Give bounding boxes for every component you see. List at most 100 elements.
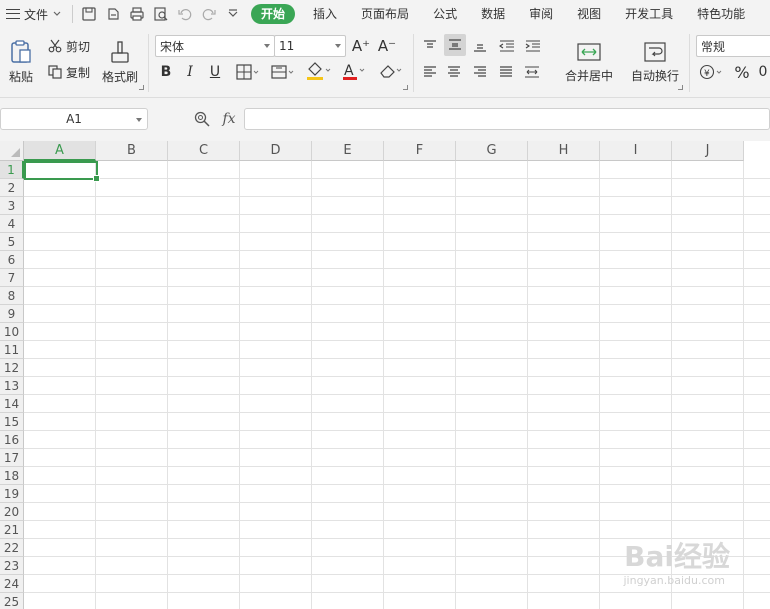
active-cell-a1[interactable]: [24, 161, 100, 182]
paste-button[interactable]: 粘贴: [4, 36, 38, 88]
cut-button[interactable]: 剪切: [48, 36, 90, 56]
row-header-3[interactable]: 3: [0, 197, 24, 215]
zoom-lookup-button[interactable]: [192, 109, 212, 129]
align-bottom-button[interactable]: [470, 36, 490, 56]
column-header-d[interactable]: D: [240, 141, 312, 161]
tab-data[interactable]: 数据: [469, 0, 517, 28]
align-middle-button[interactable]: [444, 34, 466, 56]
row-header-11[interactable]: 11: [0, 341, 24, 359]
paint-bucket-icon: [307, 62, 331, 80]
column-header-f[interactable]: F: [384, 141, 456, 161]
increase-font-button[interactable]: A⁺: [350, 35, 372, 57]
dialog-launcher-icon[interactable]: [139, 85, 144, 90]
tab-formulas[interactable]: 公式: [421, 0, 469, 28]
undo-icon[interactable]: [173, 2, 197, 26]
font-color-button[interactable]: A: [339, 60, 369, 82]
row-header-25[interactable]: 25: [0, 593, 24, 609]
row-header-17[interactable]: 17: [0, 449, 24, 467]
dialog-launcher-icon[interactable]: [403, 85, 408, 90]
number-format-select[interactable]: 常规: [696, 35, 770, 57]
copy-button[interactable]: 复制: [48, 62, 90, 82]
tab-view[interactable]: 视图: [565, 0, 613, 28]
insert-function-button[interactable]: fx: [218, 109, 240, 129]
row-header-7[interactable]: 7: [0, 269, 24, 287]
format-painter-button[interactable]: 格式刷: [100, 36, 140, 88]
row-header-1[interactable]: 1: [0, 161, 24, 179]
align-right-button[interactable]: [470, 62, 490, 82]
bold-button[interactable]: B: [156, 62, 176, 82]
customize-toolbar-icon[interactable]: [221, 2, 245, 26]
row-header-22[interactable]: 22: [0, 539, 24, 557]
number-format-value: 常规: [701, 39, 726, 54]
increase-indent-button[interactable]: [522, 36, 544, 56]
underline-button[interactable]: U: [205, 62, 225, 82]
tab-developer[interactable]: 开发工具: [613, 0, 685, 28]
distributed-align-button[interactable]: [522, 62, 542, 82]
print-preview-icon[interactable]: [149, 2, 173, 26]
tab-home[interactable]: 开始: [251, 4, 296, 24]
name-box[interactable]: A1: [0, 108, 148, 130]
tab-review[interactable]: 审阅: [517, 0, 565, 28]
decrease-font-button[interactable]: A⁻: [376, 35, 398, 57]
fill-color-button[interactable]: [303, 60, 335, 82]
clear-format-button[interactable]: [376, 60, 406, 82]
percent-button[interactable]: %: [732, 62, 752, 82]
formula-bar: A1 fx: [0, 98, 770, 141]
row-header-23[interactable]: 23: [0, 557, 24, 575]
column-header-j[interactable]: J: [672, 141, 744, 161]
column-header-i[interactable]: I: [600, 141, 672, 161]
redo-icon[interactable]: [197, 2, 221, 26]
row-header-21[interactable]: 21: [0, 521, 24, 539]
align-left-button[interactable]: [420, 62, 440, 82]
tab-page-layout[interactable]: 页面布局: [349, 0, 421, 28]
column-header-e[interactable]: E: [312, 141, 384, 161]
row-header-9[interactable]: 9: [0, 305, 24, 323]
column-header-b[interactable]: B: [96, 141, 168, 161]
chevron-down-icon: [264, 44, 270, 48]
row-header-16[interactable]: 16: [0, 431, 24, 449]
fill-pattern-button[interactable]: [268, 62, 298, 82]
export-icon[interactable]: [101, 2, 125, 26]
select-all-button[interactable]: [0, 141, 24, 161]
wrap-text-button[interactable]: 自动换行: [628, 36, 682, 88]
row-header-24[interactable]: 24: [0, 575, 24, 593]
align-center-button[interactable]: [444, 62, 464, 82]
row-header-12[interactable]: 12: [0, 359, 24, 377]
row-header-2[interactable]: 2: [0, 179, 24, 197]
column-header-c[interactable]: C: [168, 141, 240, 161]
dialog-launcher-icon[interactable]: [678, 85, 683, 90]
row-header-10[interactable]: 10: [0, 323, 24, 341]
tab-insert[interactable]: 插入: [301, 0, 349, 28]
row-header-18[interactable]: 18: [0, 467, 24, 485]
row-header-19[interactable]: 19: [0, 485, 24, 503]
italic-button[interactable]: I: [180, 62, 200, 82]
column-header-g[interactable]: G: [456, 141, 528, 161]
currency-button[interactable]: ¥: [698, 62, 726, 82]
merge-center-button[interactable]: 合并居中: [556, 36, 622, 88]
decrease-indent-button[interactable]: [496, 36, 518, 56]
row-header-4[interactable]: 4: [0, 215, 24, 233]
row-header-20[interactable]: 20: [0, 503, 24, 521]
font-name-select[interactable]: 宋体: [155, 35, 275, 57]
row-header-8[interactable]: 8: [0, 287, 24, 305]
file-menu-button[interactable]: 文件: [0, 0, 68, 28]
row-header-13[interactable]: 13: [0, 377, 24, 395]
gridline: [24, 520, 770, 521]
font-size-select[interactable]: 11: [274, 35, 346, 57]
justify-button[interactable]: [496, 62, 516, 82]
row-header-5[interactable]: 5: [0, 233, 24, 251]
save-icon[interactable]: [77, 2, 101, 26]
row-header-14[interactable]: 14: [0, 395, 24, 413]
increase-font-icon: A⁺: [351, 37, 371, 55]
print-icon[interactable]: [125, 2, 149, 26]
align-top-button[interactable]: [420, 36, 440, 56]
formula-input[interactable]: [244, 108, 770, 130]
borders-button[interactable]: [233, 62, 263, 82]
column-header-h[interactable]: H: [528, 141, 600, 161]
tab-special-features[interactable]: 特色功能: [685, 0, 745, 28]
row-header-15[interactable]: 15: [0, 413, 24, 431]
row-header-6[interactable]: 6: [0, 251, 24, 269]
column-header-a[interactable]: A: [24, 141, 96, 161]
thousands-button[interactable]: 0: [756, 62, 770, 82]
divider: [72, 5, 74, 23]
